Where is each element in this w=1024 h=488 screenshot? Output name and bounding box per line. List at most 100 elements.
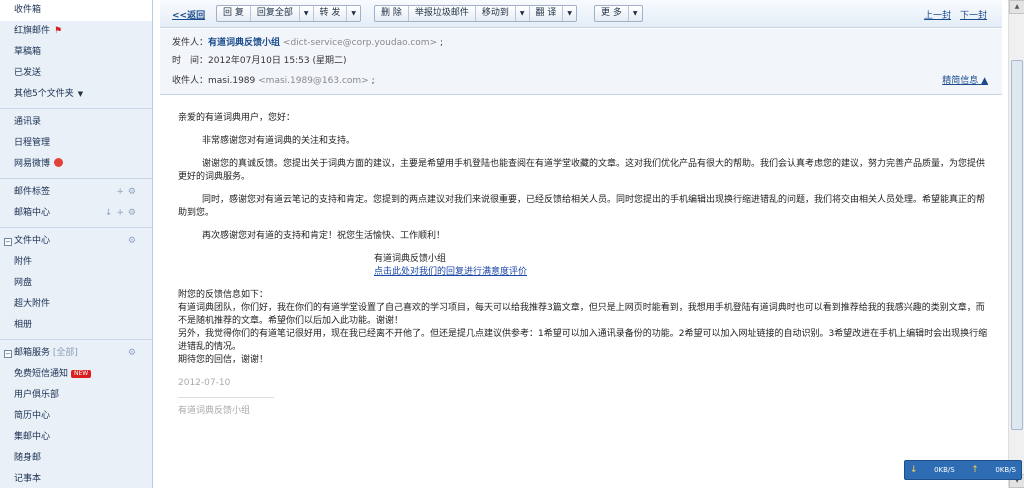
- mail-reader: <<返回 回 复 回复全部 ▼ 转 发 ▼ 删 除 举报垃圾邮件 移动到 ▼ 翻…: [160, 0, 1002, 488]
- flag-icon: ⚑: [54, 26, 63, 36]
- sidebar-item-contacts[interactable]: 通讯录: [0, 112, 152, 133]
- sidebar-item-label: 网盘: [14, 278, 33, 288]
- triangle-up-icon: ▲: [981, 76, 988, 86]
- sidebar-item-flagged[interactable]: 红旗邮件 ⚑: [0, 21, 152, 42]
- sidebar-item-label: 集邮中心: [14, 432, 51, 442]
- add-icon[interactable]: +⚙: [116, 182, 140, 203]
- more-dropdown-icon[interactable]: ▼: [629, 6, 642, 21]
- upload-arrow-icon: ↑: [971, 465, 979, 475]
- sidebar-item-stamps[interactable]: 集邮中心: [0, 427, 152, 448]
- move-dropdown-icon[interactable]: ▼: [516, 6, 530, 21]
- sidebar-item-label: 随身邮: [14, 453, 42, 463]
- download-arrow-icon: ↓: [910, 465, 918, 475]
- sidebar-item-drafts[interactable]: 草稿箱: [0, 42, 152, 63]
- scrollbar[interactable]: ▲ ▼: [1008, 0, 1024, 488]
- more-button[interactable]: 更 多: [595, 6, 629, 21]
- delete-button[interactable]: 删 除: [375, 6, 409, 21]
- action-group: 删 除 举报垃圾邮件 移动到 ▼ 翻 译 ▼: [374, 5, 578, 22]
- sender-address: <dict-service@corp.youdao.com>: [282, 38, 438, 48]
- paragraph-closing: 再次感谢您对有道的支持和肯定！祝您生活愉快、工作顺利！: [202, 231, 446, 241]
- sidebar: 收件箱 红旗邮件 ⚑ 草稿箱 已发送 其他5个文件夹 ▼ 通讯录 日程管理 网易微博…: [0, 0, 153, 488]
- download-speed: 0KB/S: [934, 466, 955, 474]
- time-row: 时 间：2012年07月10日 15:53 (星期二): [172, 53, 347, 66]
- sidebar-item-netdisk[interactable]: 网盘: [0, 273, 152, 294]
- back-link[interactable]: <<返回: [172, 8, 205, 21]
- sidebar-item-large-attachments[interactable]: 超大附件: [0, 294, 152, 315]
- reply-date: 2012-07-10: [178, 378, 231, 388]
- download-icon[interactable]: ↓+⚙: [105, 203, 140, 224]
- move-to-button[interactable]: 移动到: [476, 6, 516, 21]
- forward-button[interactable]: 转 发: [314, 6, 348, 21]
- sidebar-item-inbox[interactable]: 收件箱: [0, 0, 152, 21]
- scroll-up-icon[interactable]: ▲: [1009, 0, 1024, 14]
- prev-mail-link[interactable]: 上一封: [924, 8, 951, 21]
- sidebar-item-album[interactable]: 相册: [0, 315, 152, 336]
- weibo-icon: [54, 158, 64, 167]
- feedback-line: 期待您的回信，谢谢！: [178, 355, 269, 365]
- sidebar-item-calendar[interactable]: 日程管理: [0, 133, 152, 154]
- next-mail-link[interactable]: 下一封: [960, 8, 987, 21]
- sidebar-item-attachments[interactable]: 附件: [0, 252, 152, 273]
- scrollbar-thumb[interactable]: [1011, 60, 1023, 430]
- network-speed-widget: ↓ 0KB/S ↑ 0KB/S: [904, 460, 1022, 480]
- time-value: 2012年07月10日 15:53 (星期二): [208, 56, 347, 66]
- all-services-link[interactable]: [全部]: [53, 348, 78, 358]
- more-group: 更 多 ▼: [594, 5, 643, 22]
- sidebar-item-other-folders[interactable]: 其他5个文件夹 ▼: [0, 84, 152, 105]
- sidebar-item-label: 附件: [14, 257, 33, 267]
- satisfaction-survey-link[interactable]: 点击此处对我们的回复进行满意度评价: [374, 267, 527, 277]
- paragraph-thanks: 非常感谢您对有道词典的关注和支持。: [202, 136, 356, 146]
- sidebar-item-mobile-mail[interactable]: 随身邮: [0, 448, 152, 469]
- signature-name: 有道词典反馈小组: [374, 254, 447, 264]
- sidebar-item-label: 超大附件: [14, 299, 51, 309]
- sidebar-item-club[interactable]: 用户俱乐部: [0, 385, 152, 406]
- translate-button[interactable]: 翻 译: [530, 6, 564, 21]
- sidebar-item-label: 邮件标签: [14, 187, 51, 197]
- recipient-name[interactable]: masi.1989: [208, 76, 255, 86]
- sidebar-divider: [0, 108, 152, 109]
- mail-toolbar: <<返回 回 复 回复全部 ▼ 转 发 ▼ 删 除 举报垃圾邮件 移动到 ▼ 翻…: [160, 0, 1002, 28]
- sidebar-item-weibo[interactable]: 网易微博: [0, 154, 152, 175]
- sidebar-section-services[interactable]: − 邮箱服务 [全部] ⚙: [0, 343, 152, 364]
- reply-group: 回 复 回复全部 ▼ 转 发 ▼: [216, 5, 362, 22]
- sidebar-section-files[interactable]: − 文件中心 ⚙: [0, 231, 152, 252]
- sender-name[interactable]: 有道词典反馈小组: [208, 38, 280, 48]
- feedback-line: 另外，我觉得你们的有道笔记很好用，现在我已经离不开他了。但还是提几点建议供参考：…: [178, 329, 988, 352]
- sidebar-item-sent[interactable]: 已发送: [0, 63, 152, 84]
- reply-all-button[interactable]: 回复全部: [251, 6, 300, 21]
- from-label: 发件人：: [172, 38, 209, 48]
- sidebar-item-mail-center[interactable]: 邮箱中心 ↓+⚙: [0, 203, 152, 224]
- recipient-address: <masi.1989@163.com>: [258, 76, 369, 86]
- to-label: 收件人：: [172, 76, 209, 86]
- sidebar-item-resume[interactable]: 简历中心: [0, 406, 152, 427]
- sidebar-item-label: 邮箱中心: [14, 208, 51, 218]
- sidebar-item-label: 其他5个文件夹: [14, 89, 74, 99]
- sidebar-item-label: 相册: [14, 320, 33, 330]
- sidebar-item-label: 日程管理: [14, 138, 51, 148]
- brief-info-toggle[interactable]: 精简信息 ▲: [942, 73, 988, 86]
- collapse-icon[interactable]: −: [4, 350, 12, 358]
- sidebar-item-notes[interactable]: 记事本: [0, 469, 152, 488]
- sidebar-item-sms[interactable]: 免费短信通知 NEW: [0, 364, 152, 385]
- forward-dropdown-icon[interactable]: ▼: [347, 6, 360, 21]
- sidebar-item-label: 用户俱乐部: [14, 390, 60, 400]
- sidebar-item-label: 简历中心: [14, 411, 51, 421]
- translate-dropdown-icon[interactable]: ▼: [563, 6, 576, 21]
- gear-icon[interactable]: ⚙: [128, 343, 140, 364]
- reply-button[interactable]: 回 复: [217, 6, 251, 21]
- sidebar-divider: [0, 178, 152, 179]
- sidebar-divider: [0, 339, 152, 340]
- to-row: 收件人：masi.1989 <masi.1989@163.com> ;: [172, 76, 375, 86]
- sidebar-item-label: 红旗邮件: [14, 26, 51, 36]
- sidebar-item-label: 已发送: [14, 68, 42, 78]
- reply-dropdown-icon[interactable]: ▼: [300, 6, 314, 21]
- collapse-icon[interactable]: −: [4, 238, 12, 246]
- sidebar-item-label: 记事本: [14, 474, 42, 484]
- sidebar-item-labels[interactable]: 邮件标签 +⚙: [0, 182, 152, 203]
- greeting: 亲爱的有道词典用户，您好：: [178, 113, 296, 123]
- time-label: 时 间：: [172, 56, 209, 66]
- gear-icon[interactable]: ⚙: [128, 231, 140, 252]
- paragraph-notes: 同时，感谢您对有道云笔记的支持和肯定。您提到的两点建议对我们来说很重要，已经反馈…: [178, 195, 986, 218]
- caret-down-icon: ▼: [77, 90, 84, 98]
- report-spam-button[interactable]: 举报垃圾邮件: [409, 6, 476, 21]
